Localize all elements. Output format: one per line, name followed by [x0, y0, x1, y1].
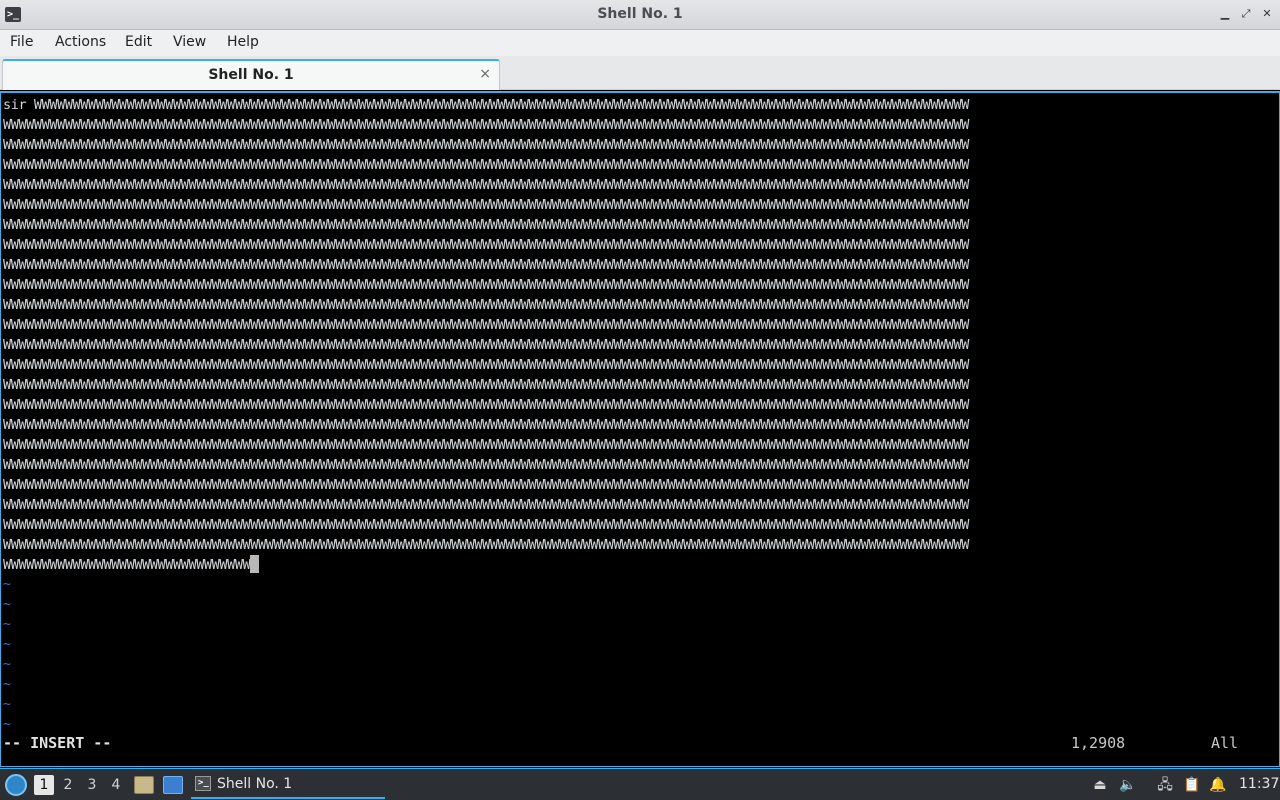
desktop-1-button[interactable]: 1 — [34, 775, 54, 795]
menu-actions[interactable]: Actions — [55, 34, 106, 50]
maximize-button[interactable]: ⤢ — [1239, 7, 1253, 21]
tab-bar: Shell No. 1 × — [0, 56, 1280, 90]
notification-icon[interactable]: 🔔 — [1209, 776, 1227, 794]
menu-file[interactable]: File — [10, 34, 33, 50]
title-bar: >_ Shell No. 1 ▁ ⤢ ✕ — [0, 0, 1280, 30]
eject-icon[interactable]: ⏏ — [1091, 776, 1109, 794]
taskbar: 1 2 3 4 >_ Shell No. 1 ⏏ 🔈 🖧 📋 🔔 11:37 — [0, 768, 1280, 800]
terminal-view[interactable]: sir WWWWWWWWWWWWWWWWWWWWWWWWWWWWWWWWWWWW… — [0, 91, 1280, 767]
close-button[interactable]: ✕ — [1260, 7, 1274, 21]
vim-mode-indicator: -- INSERT -- — [3, 734, 112, 752]
tab-close-icon[interactable]: × — [479, 66, 491, 82]
clock: 11:37 — [1239, 776, 1280, 792]
scroll-indicator: All — [1211, 734, 1239, 752]
minimize-button[interactable]: ▁ — [1218, 7, 1232, 21]
taskbar-window-shell[interactable]: >_ Shell No. 1 — [191, 772, 385, 799]
tab-label: Shell No. 1 — [208, 67, 294, 83]
buffer-text: sir WWWWWWWWWWWWWWWWWWWWWWWWWWWWWWWWWWWW… — [3, 97, 969, 573]
terminal-buffer: sir WWWWWWWWWWWWWWWWWWWWWWWWWWWWWWWWWWWW… — [3, 95, 1255, 575]
show-desktop-icon[interactable] — [163, 776, 183, 794]
empty-line-markers: ~ ~ ~ ~ ~ ~ ~ ~ — [3, 577, 11, 732]
cursor-position: 1,2908 — [1071, 734, 1126, 752]
file-manager-icon[interactable] — [134, 776, 154, 794]
window-title: Shell No. 1 — [597, 6, 683, 22]
menu-help[interactable]: Help — [227, 34, 259, 50]
menu-bar: File Actions Edit View Help — [0, 30, 1280, 56]
start-menu-icon[interactable] — [5, 774, 27, 796]
terminal-icon: >_ — [195, 776, 211, 791]
menu-view[interactable]: View — [173, 34, 206, 50]
clipboard-icon[interactable]: 📋 — [1183, 776, 1201, 794]
network-icon[interactable]: 🖧 — [1156, 776, 1174, 794]
desktop-3-button[interactable]: 3 — [82, 775, 102, 795]
task-label: Shell No. 1 — [217, 776, 293, 792]
menu-edit[interactable]: Edit — [125, 34, 152, 50]
desktop-2-button[interactable]: 2 — [58, 775, 78, 795]
tab-shell-1[interactable]: Shell No. 1 × — [2, 59, 500, 90]
text-cursor — [250, 555, 260, 573]
volume-icon[interactable]: 🔈 — [1119, 776, 1137, 794]
desktop-4-button[interactable]: 4 — [106, 775, 126, 795]
